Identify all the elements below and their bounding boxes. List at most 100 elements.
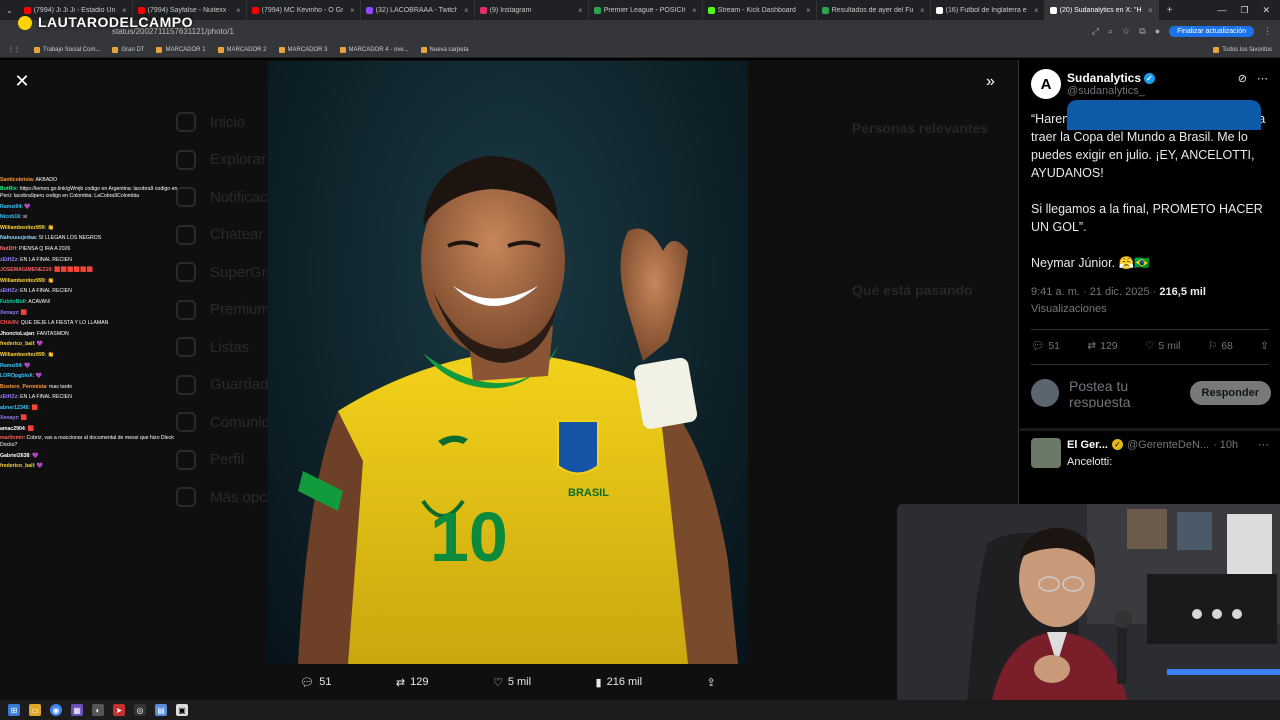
apps-icon[interactable]: ⋮⋮	[0, 46, 28, 53]
browser-tab[interactable]: (20) Sudanalytics en X: "Ha ×	[1044, 0, 1159, 20]
reply-author-avatar[interactable]	[1031, 438, 1061, 468]
chat-username[interactable]: Williambenitez999	[0, 352, 45, 358]
folder-icon[interactable]: ▭	[29, 704, 41, 716]
chat-username[interactable]: Nicob16	[0, 214, 20, 220]
close-tab-icon[interactable]: ×	[464, 6, 469, 15]
close-icon[interactable]: ✕	[14, 72, 30, 90]
reply-time[interactable]: · 10h	[1213, 439, 1238, 451]
all-favorites[interactable]: Todos los favoritos	[1207, 46, 1280, 53]
chat-username[interactable]: Bostero_Peronista	[0, 384, 46, 390]
circle-app-icon[interactable]: ◎	[134, 704, 146, 716]
chat-username[interactable]: zEtHZz	[0, 288, 17, 294]
like-stat[interactable]: ♡ 5 mil	[1145, 339, 1181, 352]
reply-button[interactable]: Responder	[1189, 381, 1271, 405]
reply-media[interactable]	[1067, 100, 1261, 130]
arrow-app-icon[interactable]: ➤	[113, 704, 125, 716]
close-tab-icon[interactable]: ×	[920, 6, 925, 15]
bookmark-item[interactable]: Trabajo Social Com...	[28, 46, 106, 53]
reply-author-handle[interactable]: @GerenteDeN...	[1127, 439, 1209, 451]
repost-action[interactable]: ⇄ 129	[396, 676, 429, 689]
chat-username[interactable]: JOSEMAGIMENEZ19	[0, 267, 51, 273]
chat-username[interactable]: abner12345	[0, 405, 29, 411]
repost-stat[interactable]: ⇄ 129	[1087, 339, 1117, 352]
close-window-icon[interactable]: ✕	[1262, 5, 1270, 16]
chat-username[interactable]: Williambenitez999	[0, 278, 45, 284]
chat-username[interactable]: Xenayz	[0, 415, 18, 421]
profile-icon[interactable]: ●	[1155, 26, 1160, 36]
bookmark-item[interactable]: MARCADOR 1	[150, 46, 211, 53]
chat-username[interactable]: Nahuuuujedaa	[0, 235, 36, 241]
chat-username[interactable]: marlinmir	[0, 435, 24, 441]
browser-tab[interactable]: (7994) MC Kevinho - O Grave ×	[247, 0, 361, 20]
share-stat[interactable]: ⇪	[1260, 339, 1269, 352]
tweet-photo[interactable]: 10 BRASIL	[268, 61, 748, 664]
bookmark-item[interactable]: Gran DT	[106, 46, 150, 53]
like-action[interactable]: ♡ 5 mil	[493, 676, 531, 689]
start-icon[interactable]: ⊞	[8, 704, 20, 716]
chat-username[interactable]: NutDH	[0, 246, 16, 252]
chat-username[interactable]: Gabriel2638	[0, 453, 29, 459]
bookmark-item[interactable]: Nueva carpeta	[415, 46, 475, 53]
chat-username[interactable]: JhonctoLujan	[0, 331, 34, 337]
bookmark-item[interactable]: MARCADOR 3	[273, 46, 334, 53]
reply-stat[interactable]: 💬︎ 51	[1031, 339, 1060, 353]
author-avatar[interactable]: A	[1031, 69, 1061, 99]
obs-icon[interactable]: ◐	[92, 704, 104, 716]
bookmark-item[interactable]: MARCADOR 4 - ove...	[334, 46, 415, 53]
browser-tab[interactable]: (16) Futbol de Inglaterra en X ×	[931, 0, 1045, 20]
browser-tab[interactable]: (9) Instagram ×	[475, 0, 589, 20]
bookmark-stat[interactable]: ⚐ 68	[1208, 339, 1233, 352]
chat-username[interactable]: frederico_ball	[0, 463, 34, 469]
author-name[interactable]: Sudanalytics	[1067, 71, 1141, 85]
close-tab-icon[interactable]: ×	[578, 6, 583, 15]
expand-icon[interactable]: »	[986, 73, 995, 91]
reply-input[interactable]: Postea tu respuesta	[1069, 378, 1179, 408]
bookmark-item[interactable]: MARCADOR 2	[212, 46, 273, 53]
close-tab-icon[interactable]: ×	[1148, 6, 1153, 15]
more-options-icon[interactable]: ⋯	[1257, 72, 1268, 85]
menu-icon[interactable]: ⋮	[1263, 26, 1272, 37]
chat-username[interactable]: zEtHZz	[0, 257, 17, 263]
chat-username[interactable]: zEtHZz	[0, 394, 17, 400]
browser-tab[interactable]: Resultados de ayer del Futbol ×	[817, 0, 931, 20]
reply-action[interactable]: 💬︎ 51	[300, 676, 331, 689]
tweet-author[interactable]: A Sudanalytics ✓ @sudanalytics_	[1031, 69, 1156, 99]
chat-username[interactable]: amac2904	[0, 426, 25, 432]
translate-icon[interactable]: ⤢	[1092, 26, 1099, 37]
chat-username[interactable]: Ramsi04	[0, 204, 21, 210]
reply-author-name[interactable]: El Ger...	[1067, 439, 1108, 451]
new-tab-icon[interactable]: +	[1159, 5, 1181, 16]
chat-username[interactable]: Santicobrista	[0, 177, 33, 183]
browser-tab[interactable]: Premier League - POSICIONE ×	[589, 0, 703, 20]
chat-username[interactable]: frederico_ball	[0, 341, 34, 347]
media-app-icon[interactable]: ▣	[176, 704, 188, 716]
zoom-icon[interactable]: ⌕	[1108, 26, 1113, 37]
update-button[interactable]: Finalizar actualización	[1169, 25, 1254, 37]
chat-username[interactable]: LOROpgbloX	[0, 373, 33, 379]
chat-username[interactable]: Xenayz	[0, 310, 18, 316]
chrome-icon[interactable]: ◉	[50, 704, 62, 716]
tab-search-icon[interactable]: ⌄	[0, 6, 19, 15]
chat-username[interactable]: Ramsi04	[0, 363, 21, 369]
more-options-icon[interactable]: ⋯	[1258, 438, 1269, 451]
author-handle[interactable]: @sudanalytics_	[1067, 85, 1155, 97]
chat-username[interactable]: CHAIIN	[0, 320, 18, 326]
browser-tab[interactable]: Stream - Kick Dashboard ×	[703, 0, 817, 20]
browser-tab[interactable]: (32) LACOBRAAA - Twitch ×	[361, 0, 475, 20]
close-tab-icon[interactable]: ×	[350, 6, 355, 15]
close-tab-icon[interactable]: ×	[692, 6, 697, 15]
tweet-timestamp[interactable]: 9:41 a. m. · 21 dic. 2025 ·	[1031, 286, 1159, 298]
close-tab-icon[interactable]: ×	[1034, 6, 1039, 15]
chat-username[interactable]: Williambenitez999	[0, 225, 45, 231]
close-tab-icon[interactable]: ×	[236, 6, 241, 15]
close-tab-icon[interactable]: ×	[806, 6, 811, 15]
grok-icon[interactable]: ⊘	[1238, 72, 1247, 85]
reply-tweet[interactable]: El Ger... ✓ @GerenteDeN... · 10h ⋯ Ancel…	[1031, 438, 1269, 468]
extensions-icon[interactable]: ⧉	[1139, 26, 1145, 37]
chat-username[interactable]: FubitoBoll	[0, 299, 26, 305]
app-grid-icon[interactable]: ▦	[71, 704, 83, 716]
bookmark-star-icon[interactable]: ☆	[1122, 26, 1130, 37]
views-action[interactable]: ▮ 216 mil	[596, 676, 643, 689]
restore-icon[interactable]: ❐	[1240, 5, 1248, 16]
window-app-icon[interactable]: ▤	[155, 704, 167, 716]
